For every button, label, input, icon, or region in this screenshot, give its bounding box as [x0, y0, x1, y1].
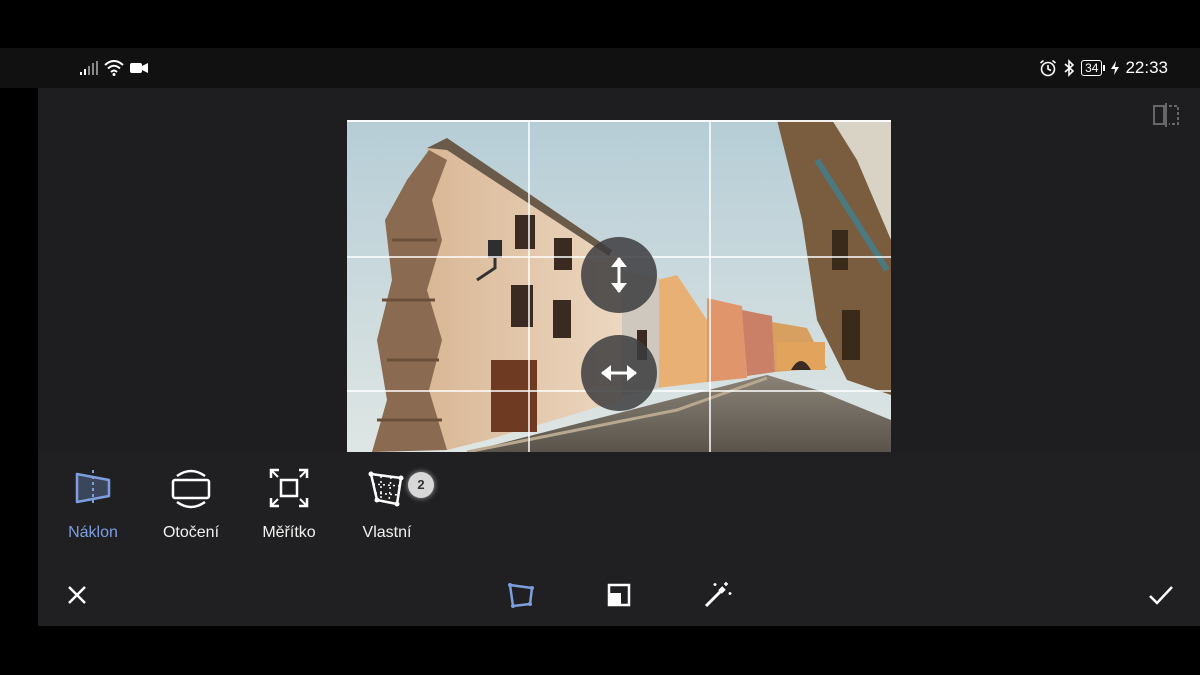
tool-scale-label: Měřítko — [262, 524, 316, 541]
tool-rotate-label: Otočení — [162, 524, 220, 541]
arrow-left-right-icon — [601, 365, 637, 381]
scale-icon — [269, 468, 309, 508]
status-right: 34 22:33 — [1039, 56, 1168, 80]
tool-custom[interactable]: 2 Vlastní — [342, 466, 434, 546]
battery-level: 34 — [1081, 60, 1103, 76]
battery-icon: 34 — [1081, 60, 1106, 76]
crop-frame-top — [347, 120, 891, 122]
status-bar: 34 22:33 — [0, 48, 1200, 88]
horizontal-perspective-handle[interactable] — [581, 335, 657, 411]
tool-custom-label: Vlastní — [362, 524, 412, 541]
perspective-icon[interactable] — [504, 578, 538, 612]
tilt-icon — [75, 470, 111, 506]
charging-icon — [1111, 61, 1120, 75]
video-camera-icon — [130, 63, 148, 73]
tool-tilt-label: Náklon — [68, 524, 118, 541]
signal-icon — [80, 61, 98, 75]
tool-scale[interactable]: Měřítko — [244, 466, 334, 546]
close-icon[interactable] — [60, 578, 94, 612]
status-left — [80, 58, 148, 78]
arrow-up-down-icon — [611, 257, 627, 293]
vertical-perspective-handle[interactable] — [581, 237, 657, 313]
wifi-icon — [104, 60, 124, 76]
tool-tilt[interactable]: Náklon — [48, 466, 138, 546]
check-icon[interactable] — [1144, 578, 1178, 612]
compare-icon[interactable] — [1152, 102, 1180, 128]
grid-line-v2 — [709, 120, 711, 452]
tool-custom-badge: 2 — [408, 472, 434, 498]
bluetooth-icon — [1064, 59, 1075, 77]
rotate-icon — [171, 469, 211, 509]
custom-perspective-icon — [368, 471, 404, 507]
status-time: 22:33 — [1125, 58, 1168, 77]
navigation-bar — [0, 626, 1200, 675]
magic-wand-icon[interactable] — [700, 578, 734, 612]
crop-square-icon[interactable] — [602, 578, 636, 612]
screen: 34 22:33 Náklon Otočení Měřítko 2 Vlastn… — [0, 0, 1200, 675]
tool-rotate[interactable]: Otočení — [146, 466, 236, 546]
alarm-icon — [1040, 59, 1057, 77]
grid-line-v1 — [528, 120, 530, 452]
